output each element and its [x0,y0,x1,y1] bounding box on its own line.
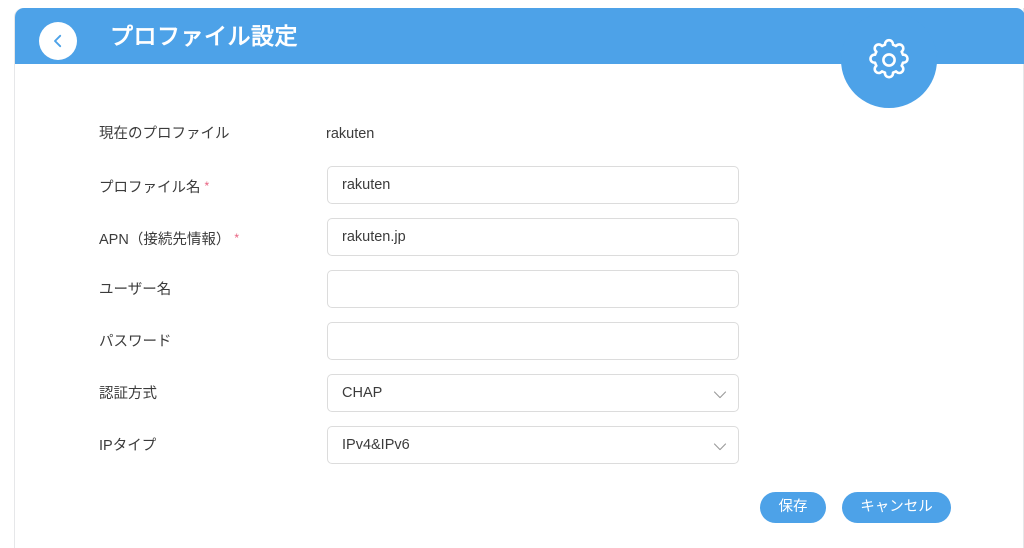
ip-type-value: IPv4&IPv6 [327,426,739,464]
form-row-password: パスワード [15,316,1023,368]
form-row-auth-method: 認証方式 CHAP [15,368,1023,420]
profile-name-input[interactable] [327,166,739,204]
field-label: プロファイル名 * [99,179,210,196]
field-label: 現在のプロファイル [99,126,230,142]
gear-icon [864,35,914,85]
field-label: ユーザー名 [99,282,172,298]
form-row-apn: APN（接続先情報） * [15,212,1023,264]
profile-settings-page: プロファイル設定 現在のプロファイル rakuten プロファイル名 * rak… [0,0,1024,548]
back-button[interactable] [39,22,77,60]
form-row-profile-name: プロファイル名 * [15,160,1023,212]
required-marker: * [234,231,239,245]
field-label: パスワード [99,334,172,350]
field-label: APN（接続先情報） * [99,231,239,248]
required-marker: * [204,179,210,193]
action-buttons: 保存 キャンセル [15,492,1023,540]
settings-card: プロファイル設定 現在のプロファイル rakuten プロファイル名 * rak… [14,8,1024,548]
save-button[interactable]: 保存 [760,492,826,523]
settings-gear-button[interactable] [841,12,937,108]
field-label: IPタイプ [99,438,157,454]
chevron-left-icon [50,33,66,49]
auth-method-select[interactable]: CHAP [327,374,739,412]
form-row-current-profile: 現在のプロファイル rakuten [15,108,1023,160]
page-title: プロファイル設定 [110,23,298,49]
apn-input[interactable] [327,218,739,256]
password-input[interactable] [327,322,739,360]
username-input[interactable] [327,270,739,308]
form-row-ip-type: IPタイプ IPv4&IPv6 [15,420,1023,472]
auth-method-value: CHAP [327,374,739,412]
cancel-button[interactable]: キャンセル [842,492,951,523]
form-body: 現在のプロファイル rakuten プロファイル名* APN（接続先情報）* [15,64,1023,548]
field-label: 認証方式 [99,386,157,402]
current-profile-value: rakuten [326,126,375,142]
ip-type-select[interactable]: IPv4&IPv6 [327,426,739,464]
form-row-username: ユーザー名 [15,264,1023,316]
